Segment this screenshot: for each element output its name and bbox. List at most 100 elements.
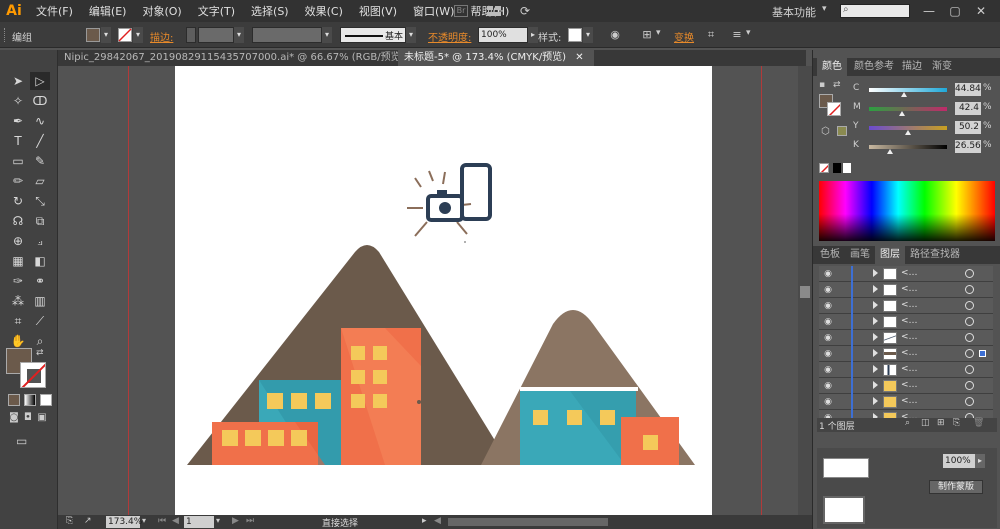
channel-gradient-bar[interactable] xyxy=(869,145,947,149)
menu-edit[interactable]: 编辑(E) xyxy=(81,3,135,19)
brush-definition-field[interactable]: 基本 xyxy=(340,27,406,43)
close-button[interactable]: ✕ xyxy=(970,3,992,19)
layer-name[interactable]: <… xyxy=(901,396,918,406)
visibility-eye-icon[interactable]: ◉ xyxy=(821,284,835,296)
color-spectrum[interactable] xyxy=(819,181,995,241)
swap-colors-icon[interactable]: ⇄ xyxy=(833,80,841,90)
object-thumbnail[interactable] xyxy=(823,458,869,478)
cmyk-slider-k[interactable]: K 26.56% xyxy=(853,140,993,154)
new-sublayer-icon[interactable]: ⊞ xyxy=(937,418,945,428)
scale-icon[interactable]: ⤡ xyxy=(30,192,50,210)
tab-swatches[interactable]: 色板 xyxy=(815,246,845,264)
tab-close-button[interactable]: ✕ xyxy=(575,52,583,63)
minimize-button[interactable]: — xyxy=(918,3,940,19)
target-circle-icon[interactable] xyxy=(965,333,974,342)
visibility-eye-icon[interactable]: ◉ xyxy=(821,332,835,344)
stroke-weight-dropdown[interactable]: ▾ xyxy=(234,27,244,43)
column-graph-icon[interactable]: ▥ xyxy=(30,292,50,310)
expand-arrow-icon[interactable] xyxy=(873,381,878,389)
artboard[interactable] xyxy=(175,66,712,515)
screen-mode-icon[interactable]: ▭ xyxy=(16,434,36,448)
canvas[interactable] xyxy=(58,66,798,515)
menu-file[interactable]: 文件(F) xyxy=(28,3,81,19)
scrollbar-thumb[interactable] xyxy=(800,286,810,298)
warp-icon[interactable]: ☊ xyxy=(8,212,28,230)
layer-row[interactable]: ◉ <… xyxy=(819,346,993,362)
delete-layer-icon[interactable]: 🗑 xyxy=(973,418,984,428)
bridge-icon[interactable]: Br xyxy=(454,5,468,17)
cmyk-slider-y[interactable]: Y 50.2% xyxy=(853,121,993,135)
pencil-icon[interactable]: ✏ xyxy=(8,172,28,190)
swap-colors-icon[interactable]: ⇄ xyxy=(36,348,44,358)
target-circle-icon[interactable] xyxy=(965,365,974,374)
slider-thumb-icon[interactable] xyxy=(901,92,908,97)
brush-dropdown[interactable]: ▾ xyxy=(406,27,416,43)
slice-tool-icon[interactable]: ⟋ xyxy=(30,312,50,330)
target-circle-icon[interactable] xyxy=(965,397,974,406)
layer-name[interactable]: <… xyxy=(901,300,918,310)
slider-thumb-icon[interactable] xyxy=(887,149,894,154)
page-dropdown[interactable]: ▾ xyxy=(216,516,220,525)
graphic-style-dropdown[interactable]: ▾ xyxy=(583,27,593,43)
zoom-field[interactable]: 173.4% xyxy=(106,516,142,528)
search-input[interactable]: ⌕ xyxy=(840,4,910,18)
menu-type[interactable]: 文字(T) xyxy=(190,3,243,19)
layer-name[interactable]: <… xyxy=(901,332,918,342)
transform-link[interactable]: 变换 xyxy=(674,29,694,44)
stroke-weight-field[interactable] xyxy=(198,27,234,43)
target-circle-icon[interactable] xyxy=(965,285,974,294)
channel-value-field[interactable]: 44.84 xyxy=(955,83,981,96)
mask-thumbnail[interactable] xyxy=(823,496,865,524)
cmyk-slider-m[interactable]: M 42.4% xyxy=(853,102,993,116)
align-dropdown[interactable]: ▾ xyxy=(656,28,661,38)
layer-row[interactable]: ◉ <… xyxy=(819,394,993,410)
tab-layers[interactable]: 图层 xyxy=(875,246,905,264)
page-field[interactable]: 1 xyxy=(184,516,214,528)
workspace-switcher[interactable]: 基本功能 xyxy=(772,4,816,20)
options-icon[interactable]: ≡ xyxy=(730,28,744,42)
slider-thumb-icon[interactable] xyxy=(898,111,905,116)
visibility-eye-icon[interactable]: ◉ xyxy=(821,364,835,376)
none-button-icon[interactable] xyxy=(40,394,52,406)
channel-value-field[interactable]: 26.56 xyxy=(955,140,981,153)
layer-row[interactable]: ◉ <… xyxy=(819,282,993,298)
layer-row[interactable]: ◉ <… xyxy=(819,330,993,346)
options-dropdown[interactable]: ▾ xyxy=(746,28,751,38)
selection-tool-icon[interactable]: ➤ xyxy=(8,72,28,90)
line-tool-icon[interactable]: ╱ xyxy=(30,132,50,150)
stroke-label[interactable]: 描边: xyxy=(150,29,173,44)
new-layer-icon[interactable]: ⎘ xyxy=(953,418,960,428)
align-icon[interactable]: ⊞ xyxy=(640,28,654,42)
expand-arrow-icon[interactable] xyxy=(873,317,878,325)
menu-object[interactable]: 对象(O) xyxy=(134,3,189,19)
variable-width-dropdown[interactable]: ▾ xyxy=(322,27,332,43)
maximize-button[interactable]: ▢ xyxy=(944,3,966,19)
tab-document-1[interactable]: Nipic_29842067_20190829115435707000.ai* … xyxy=(58,50,422,66)
transparency-opacity-field[interactable]: 100% xyxy=(943,454,975,468)
visibility-eye-icon[interactable]: ◉ xyxy=(821,316,835,328)
status-menu-icon[interactable]: ▸ xyxy=(422,516,427,526)
slider-thumb-icon[interactable] xyxy=(905,130,911,135)
tab-color[interactable]: 颜色 xyxy=(817,58,847,76)
white-swatch[interactable] xyxy=(843,163,851,173)
default-colors-icon[interactable]: ▪ xyxy=(819,80,825,90)
visibility-eye-icon[interactable]: ◉ xyxy=(821,348,835,360)
perspective-grid-icon[interactable]: ⟓ xyxy=(30,232,50,250)
symbol-sprayer-icon[interactable]: ⁂ xyxy=(8,292,28,310)
visibility-eye-icon[interactable]: ◉ xyxy=(821,300,835,312)
mesh-icon[interactable]: ▦ xyxy=(8,252,28,270)
last-page-icon[interactable]: ⏭ xyxy=(246,516,254,526)
layer-name[interactable]: <… xyxy=(901,364,918,374)
menu-select[interactable]: 选择(S) xyxy=(243,3,297,19)
expand-arrow-icon[interactable] xyxy=(873,301,878,309)
graphic-style-swatch[interactable] xyxy=(568,28,582,42)
out-of-gamut-icon[interactable]: ⬡ xyxy=(821,126,830,137)
expand-arrow-icon[interactable] xyxy=(873,285,878,293)
menu-effect[interactable]: 效果(C) xyxy=(297,3,351,19)
expand-arrow-icon[interactable] xyxy=(873,333,878,341)
gradient-icon[interactable]: ◧ xyxy=(30,252,50,270)
rectangle-tool-icon[interactable]: ▭ xyxy=(8,152,28,170)
prev-page-icon[interactable]: ◀ xyxy=(172,516,179,526)
direct-selection-tool-icon[interactable]: ▷ xyxy=(30,72,50,90)
variable-width-field[interactable] xyxy=(252,27,322,43)
